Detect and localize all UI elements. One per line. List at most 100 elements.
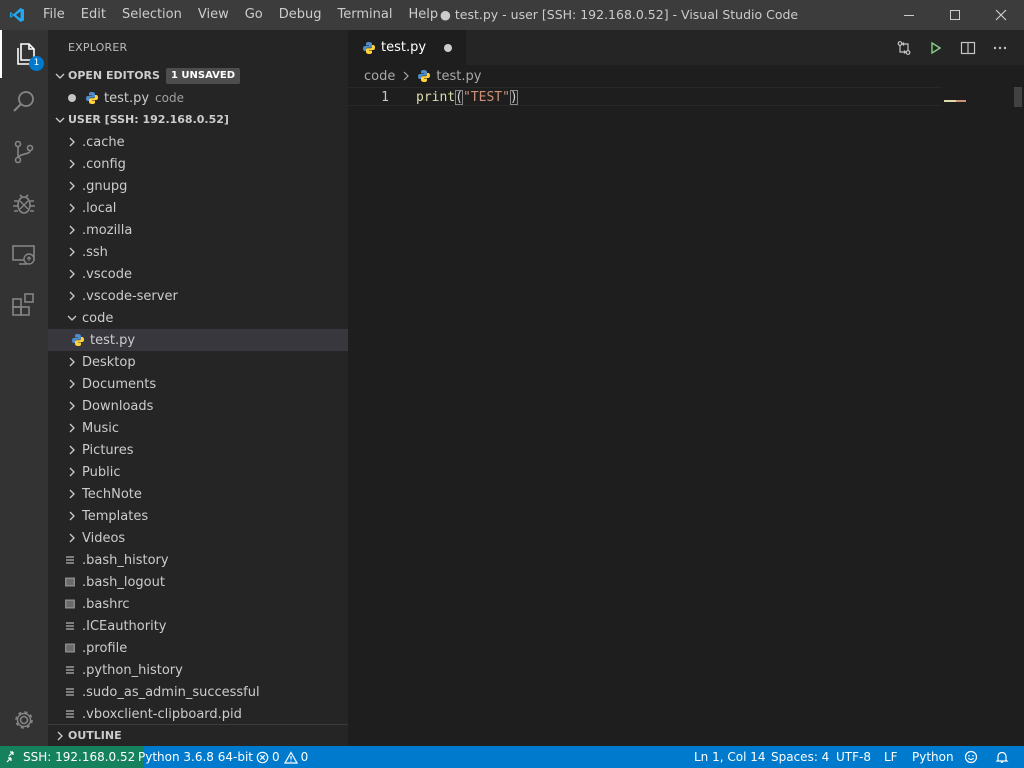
tree-item-label: .vscode-server — [82, 288, 178, 304]
run-button[interactable] — [920, 30, 952, 65]
close-button[interactable] — [978, 0, 1024, 30]
folder-item[interactable]: .ssh — [48, 241, 348, 263]
minimap[interactable] — [942, 87, 1014, 102]
tree-item-label: .python_history — [82, 662, 183, 678]
chevron-down-icon — [52, 109, 68, 131]
tab-dirty-icon[interactable] — [444, 44, 452, 52]
tree-item-label: Music — [82, 420, 119, 436]
menu-go[interactable]: Go — [237, 0, 271, 30]
python-file-icon — [70, 329, 86, 351]
text-file-icon — [62, 681, 78, 703]
error-count: 0 — [272, 750, 280, 764]
folder-item[interactable]: Documents — [48, 373, 348, 395]
scrollbar-slider[interactable] — [1014, 87, 1022, 107]
python-interpreter[interactable]: Python 3.6.8 64-bit — [138, 746, 253, 768]
manage-button[interactable] — [0, 696, 48, 744]
file-item[interactable]: .sudo_as_admin_successful — [48, 681, 348, 703]
split-editor-button[interactable] — [952, 30, 984, 65]
maximize-button[interactable] — [932, 0, 978, 30]
explorer-view-button[interactable]: 1 — [0, 30, 48, 78]
tab-test-py[interactable]: test.py — [348, 30, 466, 65]
outline-header[interactable]: OUTLINE — [48, 724, 348, 746]
tree-item-label: .vscode — [82, 266, 132, 282]
code-line[interactable]: print("TEST") — [416, 88, 518, 107]
extensions-view-button[interactable] — [0, 280, 48, 328]
tree-item-label: .local — [82, 200, 117, 216]
menu-edit[interactable]: Edit — [73, 0, 114, 30]
chevron-right-icon — [64, 395, 80, 417]
folder-item[interactable]: TechNote — [48, 483, 348, 505]
open-editor-item[interactable]: test.py code — [48, 87, 348, 109]
folder-item[interactable]: .local — [48, 197, 348, 219]
code-editor[interactable]: 1 print("TEST") — [348, 87, 1024, 746]
file-item[interactable]: .vboxclient-clipboard.pid — [48, 703, 348, 725]
remote-indicator[interactable]: SSH: 192.168.0.52 — [0, 746, 144, 768]
problems-indicator[interactable]: 0 0 — [256, 746, 308, 768]
menu-file[interactable]: File — [35, 0, 73, 30]
file-item[interactable]: .bash_history — [48, 549, 348, 571]
tree-item-label: Templates — [82, 508, 149, 524]
folder-item[interactable]: .config — [48, 153, 348, 175]
explorer-badge: 1 — [29, 56, 44, 71]
feedback-button[interactable] — [964, 746, 978, 768]
folder-item[interactable]: Pictures — [48, 439, 348, 461]
folder-item[interactable]: Videos — [48, 527, 348, 549]
chevron-right-icon — [64, 285, 80, 307]
menu-view[interactable]: View — [190, 0, 237, 30]
status-bar: SSH: 192.168.0.52 Python 3.6.8 64-bit 0 … — [0, 746, 1024, 768]
tree-item-label: .config — [82, 156, 126, 172]
ellipsis-icon — [993, 46, 1007, 49]
breadcrumb-folder[interactable]: code — [364, 69, 395, 84]
current-line[interactable]: 1 print("TEST") — [348, 87, 942, 106]
menu-selection[interactable]: Selection — [114, 0, 190, 30]
breadcrumb-file[interactable]: test.py — [436, 69, 481, 84]
folder-item[interactable]: .vscode — [48, 263, 348, 285]
dirty-indicator-icon[interactable] — [68, 94, 76, 102]
folder-item[interactable]: Public — [48, 461, 348, 483]
file-item[interactable]: .bashrc — [48, 593, 348, 615]
tree-item-label: Public — [82, 464, 121, 480]
language-mode[interactable]: Python — [912, 746, 954, 768]
folder-item[interactable]: .cache — [48, 131, 348, 153]
file-item[interactable]: .python_history — [48, 659, 348, 681]
tree-item-label: .bash_logout — [82, 574, 165, 590]
tree-item-label: Pictures — [82, 442, 134, 458]
end-of-line[interactable]: LF — [884, 746, 898, 768]
chevron-right-icon — [64, 263, 80, 285]
file-item[interactable]: .profile — [48, 637, 348, 659]
encoding[interactable]: UTF-8 — [836, 746, 871, 768]
cursor-position[interactable]: Ln 1, Col 14 — [694, 746, 766, 768]
folder-item[interactable]: Music — [48, 417, 348, 439]
open-editors-header[interactable]: OPEN EDITORS 1 UNSAVED — [48, 65, 348, 87]
error-icon — [256, 751, 269, 763]
maximize-icon — [950, 10, 960, 20]
chevron-right-icon — [401, 70, 411, 82]
source-control-icon — [14, 140, 34, 164]
remote-icon — [6, 751, 14, 763]
indentation[interactable]: Spaces: 4 — [771, 746, 829, 768]
menu-terminal[interactable]: Terminal — [330, 0, 401, 30]
file-item[interactable]: .ICEauthority — [48, 615, 348, 637]
workspace-header[interactable]: USER [SSH: 192.168.0.52] — [48, 109, 348, 131]
folder-item[interactable]: Templates — [48, 505, 348, 527]
folder-item[interactable]: .vscode-server — [48, 285, 348, 307]
folder-item[interactable]: .gnupg — [48, 175, 348, 197]
notifications-button[interactable] — [995, 746, 1009, 768]
file-item[interactable]: .bash_logout — [48, 571, 348, 593]
indentation-label: Spaces: 4 — [771, 750, 830, 764]
minimize-button[interactable] — [886, 0, 932, 30]
more-actions-button[interactable] — [984, 30, 1016, 65]
remote-explorer-view-button[interactable] — [0, 231, 48, 279]
folder-item[interactable]: Desktop — [48, 351, 348, 373]
menu-debug[interactable]: Debug — [271, 0, 330, 30]
tree-item-label: .vboxclient-clipboard.pid — [82, 706, 242, 722]
search-view-button[interactable] — [0, 78, 48, 126]
debug-view-button[interactable] — [0, 180, 48, 228]
source-control-view-button[interactable] — [0, 128, 48, 176]
folder-item[interactable]: Downloads — [48, 395, 348, 417]
folder-item-expanded[interactable]: code — [48, 307, 348, 329]
folder-item[interactable]: .mozilla — [48, 219, 348, 241]
file-item-selected[interactable]: test.py — [48, 329, 348, 351]
tree-item-label: .ssh — [82, 244, 108, 260]
open-changes-button[interactable] — [888, 30, 920, 65]
